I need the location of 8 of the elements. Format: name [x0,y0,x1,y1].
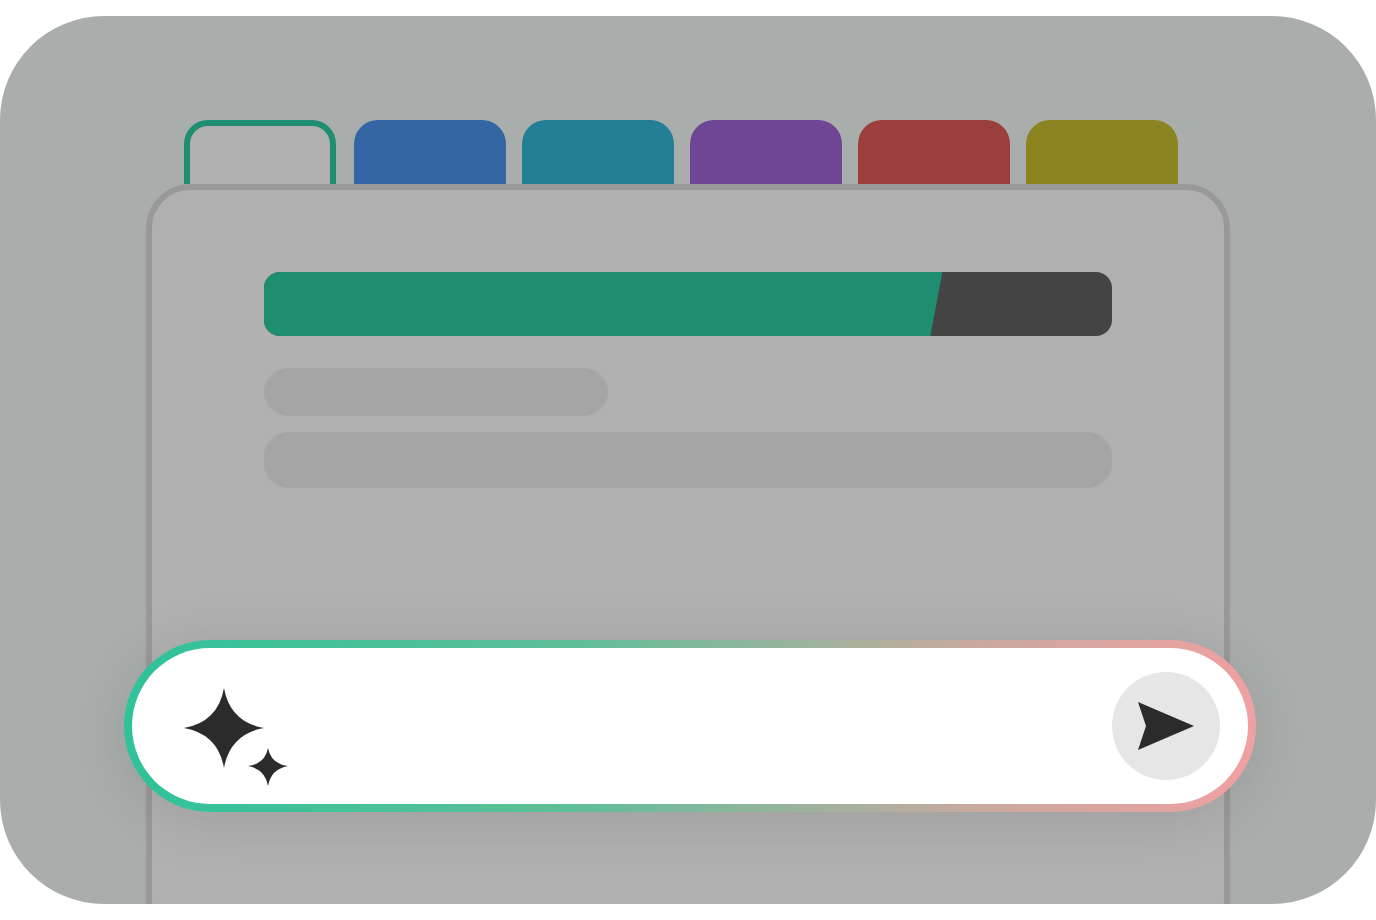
tab[interactable] [858,120,1010,184]
tab[interactable] [522,120,674,184]
send-icon [1134,698,1198,754]
tab[interactable] [184,120,336,184]
tab[interactable] [690,120,842,184]
send-button[interactable] [1112,672,1220,780]
tab[interactable] [1026,120,1178,184]
tab[interactable] [354,120,506,184]
